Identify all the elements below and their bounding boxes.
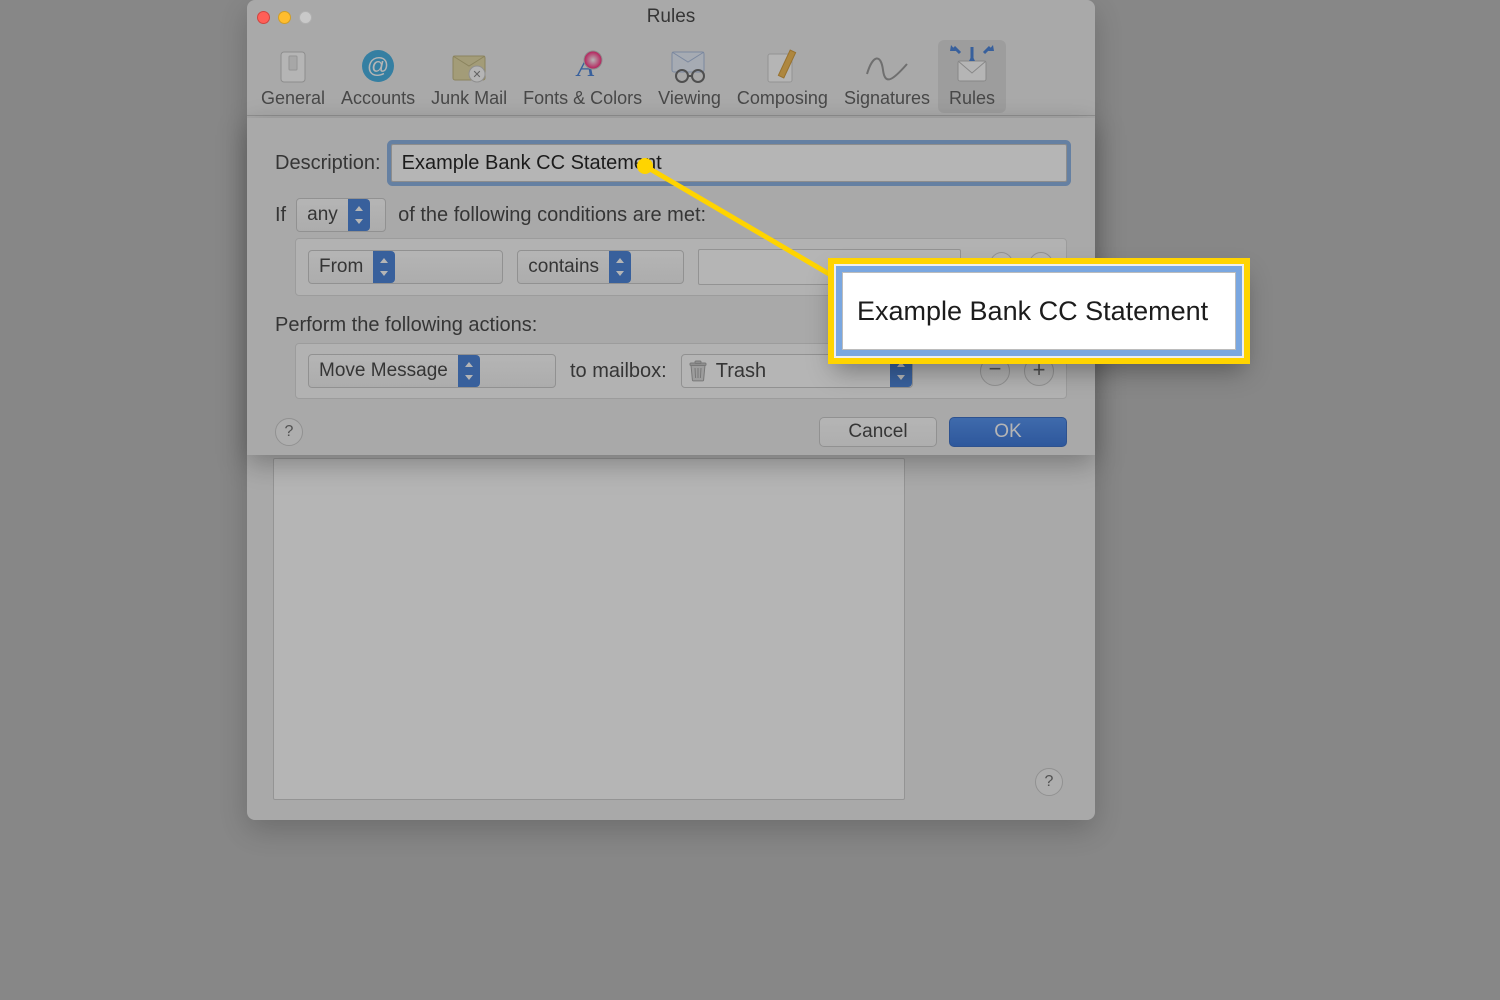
mailbox-value: Trash — [716, 360, 880, 383]
chevron-updown-icon — [348, 199, 370, 231]
pencil-icon — [758, 44, 806, 88]
cancel-button[interactable]: Cancel — [819, 417, 937, 447]
chevron-updown-icon — [458, 355, 480, 387]
trash-icon — [688, 360, 708, 382]
remove-action-button[interactable]: − — [980, 356, 1010, 386]
chevron-updown-icon — [373, 251, 395, 283]
tab-rules[interactable]: Rules — [938, 40, 1006, 113]
match-scope-popup[interactable]: any — [296, 198, 386, 232]
actions-label: Perform the following actions: — [275, 314, 537, 337]
zoom-icon[interactable] — [299, 11, 312, 24]
to-mailbox-label: to mailbox: — [570, 360, 667, 383]
rules-list[interactable] — [273, 458, 905, 800]
rules-icon — [948, 44, 996, 88]
svg-text:✕: ✕ — [473, 69, 482, 81]
tab-viewing[interactable]: Viewing — [650, 40, 729, 113]
traffic-lights — [257, 11, 312, 24]
glasses-icon — [666, 44, 714, 88]
ok-button[interactable]: OK — [949, 417, 1067, 447]
if-label: If — [275, 204, 286, 227]
mailbox-popup[interactable]: Trash — [681, 354, 913, 388]
condition-op-value: contains — [518, 256, 609, 278]
add-action-button[interactable]: + — [1024, 356, 1054, 386]
tab-label: Accounts — [341, 88, 415, 109]
tab-fonts-colors[interactable]: A Fonts & Colors — [515, 40, 650, 113]
chevron-updown-icon — [609, 251, 631, 283]
tab-composing[interactable]: Composing — [729, 40, 836, 113]
close-icon[interactable] — [257, 11, 270, 24]
match-scope-value: any — [297, 204, 348, 226]
switch-icon — [269, 44, 317, 88]
help-button[interactable]: ? — [1035, 768, 1063, 796]
condition-op-popup[interactable]: contains — [517, 250, 684, 284]
titlebar: Rules — [247, 0, 1095, 34]
tab-accounts[interactable]: @ Accounts — [333, 40, 423, 113]
tab-junk-mail[interactable]: ✕ Junk Mail — [423, 40, 515, 113]
chevron-updown-icon — [890, 355, 912, 387]
condition-field-popup[interactable]: From — [308, 250, 503, 284]
condition-field-value: From — [309, 256, 373, 278]
recycle-bin-icon: ✕ — [445, 44, 493, 88]
tab-label: Fonts & Colors — [523, 88, 642, 109]
font-color-icon: A — [559, 44, 607, 88]
window-title: Rules — [247, 6, 1095, 28]
description-label: Description: — [275, 152, 381, 175]
preferences-toolbar: General @ Accounts ✕ Junk Mail A — [247, 34, 1095, 116]
action-verb-popup[interactable]: Move Message — [308, 354, 556, 388]
description-input[interactable] — [391, 144, 1067, 182]
conditions-tail: of the following conditions are met: — [398, 204, 706, 227]
callout-text: Example Bank CC Statement — [857, 296, 1208, 327]
svg-text:@: @ — [367, 53, 389, 78]
tab-label: Junk Mail — [431, 88, 507, 109]
tab-label: General — [261, 88, 325, 109]
tab-general[interactable]: General — [253, 40, 333, 113]
description-callout: Example Bank CC Statement — [834, 264, 1244, 358]
tab-label: Rules — [949, 88, 995, 109]
at-icon: @ — [354, 44, 402, 88]
tab-label: Signatures — [844, 88, 930, 109]
signature-icon — [863, 44, 911, 88]
minimize-icon[interactable] — [278, 11, 291, 24]
tab-signatures[interactable]: Signatures — [836, 40, 938, 113]
tab-label: Viewing — [658, 88, 721, 109]
help-button[interactable]: ? — [275, 418, 303, 446]
tab-label: Composing — [737, 88, 828, 109]
action-verb-value: Move Message — [309, 360, 458, 382]
